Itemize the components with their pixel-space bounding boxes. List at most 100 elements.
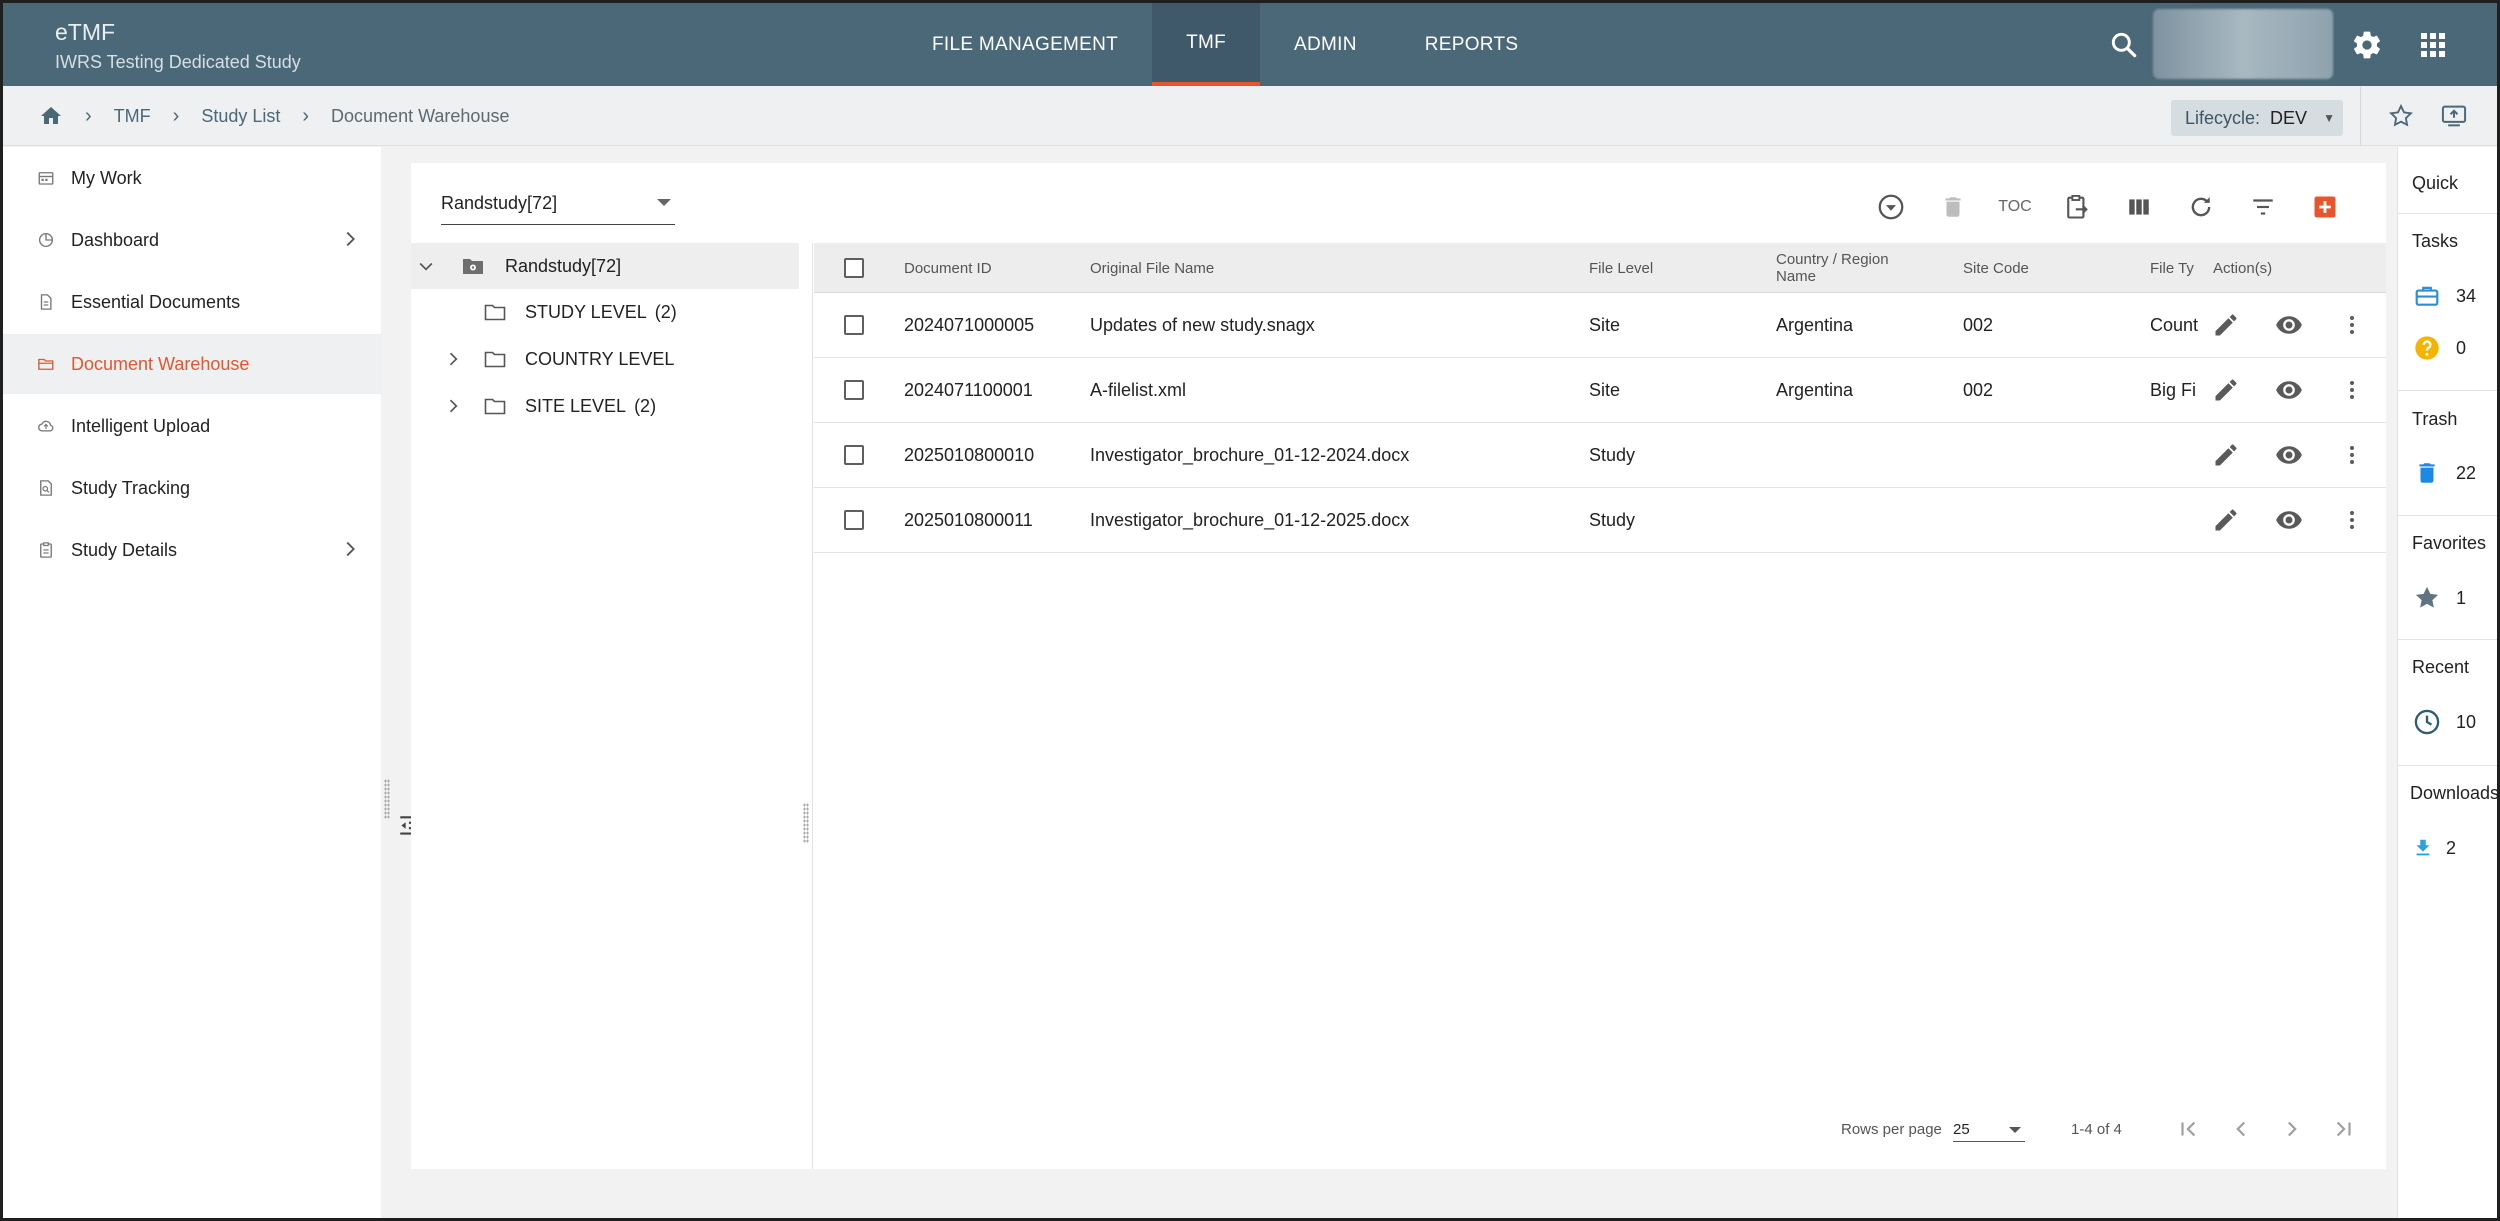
select-all-checkbox[interactable] xyxy=(844,243,864,293)
trash-item[interactable]: 22 xyxy=(2412,458,2476,488)
last-page-icon[interactable] xyxy=(2323,1111,2363,1147)
lifecycle-select[interactable]: Lifecycle: DEV ▼ xyxy=(2171,100,2343,136)
gear-icon[interactable] xyxy=(2351,29,2383,61)
table-header: Document ID Original File Name File Leve… xyxy=(814,243,2386,293)
row-checkbox[interactable] xyxy=(844,358,864,422)
tree-node-count: (2) xyxy=(654,301,677,322)
column-header-file-name[interactable]: Original File Name xyxy=(1090,243,1214,293)
view-icon[interactable] xyxy=(2274,488,2304,552)
more-vert-icon[interactable] xyxy=(2340,358,2364,422)
cell-document-id: 2025010800010 xyxy=(904,444,1035,465)
cell-file-name[interactable]: Updates of new study.snagx xyxy=(1090,293,1315,357)
favorites-item[interactable]: 1 xyxy=(2412,583,2466,613)
table-row[interactable]: 2024071000005 Updates of new study.snagx… xyxy=(814,293,2386,358)
left-sidebar: My Work Dashboard Essential Documents Do… xyxy=(3,147,381,1218)
breadcrumb-separator-icon: › xyxy=(302,104,310,127)
star-outline-icon[interactable] xyxy=(2387,102,2415,135)
tasks-count: 34 xyxy=(2456,285,2477,306)
sidebar-item-study-tracking[interactable]: Study Tracking xyxy=(3,458,381,518)
trash-icon xyxy=(2412,458,2442,488)
tree-resize-handle[interactable] xyxy=(803,803,809,843)
column-header-file-type[interactable]: File Ty xyxy=(2150,243,2198,293)
chevron-down-icon[interactable] xyxy=(411,256,441,276)
cell-file-name[interactable]: Investigator_brochure_01-12-2025.docx xyxy=(1090,488,1409,552)
more-vert-icon[interactable] xyxy=(2340,488,2364,552)
edit-icon[interactable] xyxy=(2212,423,2240,487)
downloads-item[interactable]: 2 xyxy=(2412,833,2456,863)
view-icon[interactable] xyxy=(2274,293,2304,357)
screen-share-icon[interactable] xyxy=(2439,102,2469,135)
tree-node-country-level[interactable]: COUNTRY LEVEL xyxy=(411,336,799,382)
user-avatar[interactable] xyxy=(2153,9,2333,79)
rows-per-page-select[interactable]: 25 xyxy=(1953,1121,2025,1142)
column-header-site-code[interactable]: Site Code xyxy=(1963,243,2029,293)
sidebar-resize-handle[interactable] xyxy=(384,779,390,819)
edit-icon[interactable] xyxy=(2212,358,2240,422)
edit-icon[interactable] xyxy=(2212,488,2240,552)
cell-file-name[interactable]: A-filelist.xml xyxy=(1090,358,1186,422)
tree-node-label: COUNTRY LEVEL xyxy=(525,348,675,369)
nav-file-management[interactable]: FILE MANAGEMENT xyxy=(903,3,1152,86)
recent-title: Recent xyxy=(2412,657,2470,677)
apps-grid-icon[interactable] xyxy=(2417,29,2449,61)
briefcase-icon xyxy=(2412,281,2442,311)
table-row[interactable]: 2025010800011 Investigator_brochure_01-1… xyxy=(814,488,2386,553)
nav-admin[interactable]: ADMIN xyxy=(1260,3,1391,86)
column-header-document-id[interactable]: Document ID xyxy=(904,243,992,293)
tree-node-root[interactable]: Randstudy[72] xyxy=(411,243,799,289)
nav-reports[interactable]: REPORTS xyxy=(1391,3,1553,86)
folder-open-icon xyxy=(35,353,57,375)
columns-icon[interactable] xyxy=(2108,187,2170,227)
column-header-country[interactable]: Country / Region Name xyxy=(1776,243,1889,293)
refresh-icon[interactable] xyxy=(2170,187,2232,227)
document-warehouse-panel: Randstudy[72] TOC Randstudy[72] STUDY LE… xyxy=(411,163,2386,1169)
recent-item[interactable]: 10 xyxy=(2412,707,2476,737)
edit-icon[interactable] xyxy=(2212,293,2240,357)
row-checkbox[interactable] xyxy=(844,293,864,357)
cloud-upload-icon xyxy=(35,415,57,437)
breadcrumb-separator-icon: › xyxy=(85,104,92,127)
breadcrumb-tmf[interactable]: TMF xyxy=(114,106,151,127)
previous-page-icon[interactable] xyxy=(2221,1111,2261,1147)
sidebar-item-my-work[interactable]: My Work xyxy=(3,148,381,208)
delete-icon[interactable] xyxy=(1922,187,1984,227)
next-page-icon[interactable] xyxy=(2272,1111,2312,1147)
sidebar-item-document-warehouse[interactable]: Document Warehouse xyxy=(3,334,381,394)
chevron-right-icon[interactable] xyxy=(443,396,463,416)
tasks-item[interactable]: 34 xyxy=(2412,281,2476,311)
row-checkbox[interactable] xyxy=(844,423,864,487)
cell-file-name[interactable]: Investigator_brochure_01-12-2024.docx xyxy=(1090,423,1409,487)
breadcrumb-bar: › TMF › Study List › Document Warehouse … xyxy=(3,86,2497,146)
dropdown-circle-icon[interactable] xyxy=(1860,187,1922,227)
search-icon[interactable] xyxy=(2108,29,2140,61)
more-vert-icon[interactable] xyxy=(2340,293,2364,357)
sidebar-item-study-details[interactable]: Study Details xyxy=(3,520,381,580)
add-document-icon[interactable] xyxy=(2294,187,2356,227)
row-checkbox[interactable] xyxy=(844,488,864,552)
view-icon[interactable] xyxy=(2274,423,2304,487)
first-page-icon[interactable] xyxy=(2169,1111,2209,1147)
study-select[interactable]: Randstudy[72] xyxy=(441,185,675,225)
nav-tmf[interactable]: TMF xyxy=(1152,3,1261,86)
table-row[interactable]: 2024071100001 A-filelist.xml Site Argent… xyxy=(814,358,2386,423)
divider xyxy=(2398,765,2497,766)
column-header-file-level[interactable]: File Level xyxy=(1589,243,1653,293)
view-icon[interactable] xyxy=(2274,358,2304,422)
sidebar-item-essential-documents[interactable]: Essential Documents xyxy=(3,272,381,332)
questions-item[interactable]: 0 xyxy=(2412,333,2466,363)
tree-node-study-level[interactable]: STUDY LEVEL (2) xyxy=(411,289,799,335)
chart-pie-icon xyxy=(35,229,57,251)
tree-node-count: (2) xyxy=(634,395,657,416)
more-vert-icon[interactable] xyxy=(2340,423,2364,487)
tree-node-site-level[interactable]: SITE LEVEL (2) xyxy=(411,383,799,429)
pagination-range: 1-4 of 4 xyxy=(2071,1121,2122,1138)
breadcrumb-study-list[interactable]: Study List xyxy=(201,106,280,127)
table-row[interactable]: 2025010800010 Investigator_brochure_01-1… xyxy=(814,423,2386,488)
chevron-right-icon[interactable] xyxy=(443,349,463,369)
toc-button[interactable]: TOC xyxy=(1984,187,2046,227)
home-icon[interactable] xyxy=(39,104,63,128)
sidebar-item-dashboard[interactable]: Dashboard xyxy=(3,210,381,270)
filter-icon[interactable] xyxy=(2232,187,2294,227)
sidebar-item-intelligent-upload[interactable]: Intelligent Upload xyxy=(3,396,381,456)
clipboard-move-icon[interactable] xyxy=(2046,187,2108,227)
